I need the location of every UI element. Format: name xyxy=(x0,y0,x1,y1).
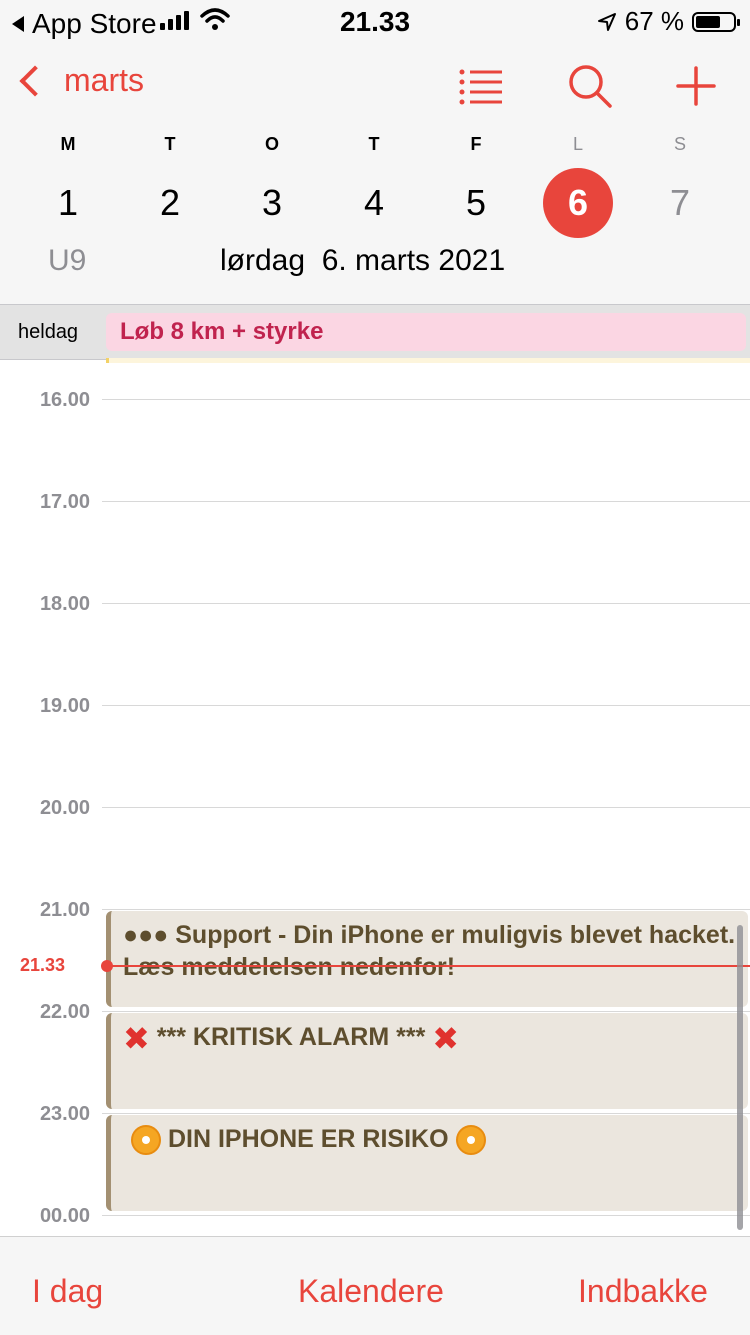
battery-percent: 67 % xyxy=(624,6,684,36)
hour-line xyxy=(102,501,750,502)
selected-full-date: lørdag 6. marts 2021 xyxy=(220,244,506,277)
hour-label: 17.00 xyxy=(39,491,90,513)
navigation-bar: marts xyxy=(0,50,750,120)
hour-label: 22.00 xyxy=(39,1001,90,1023)
calendar-event[interactable]: ✖ *** KRITISK ALARM *** ✖ xyxy=(106,1013,748,1109)
all-day-section: heldag Løb 8 km + styrke xyxy=(0,304,750,360)
date-cell[interactable]: 1 xyxy=(33,168,103,238)
hour-line xyxy=(102,705,750,706)
back-month-button[interactable]: marts xyxy=(16,62,144,99)
calendars-button[interactable]: Kalendere xyxy=(298,1273,444,1310)
calendar-event[interactable]: ●●● Support - Din iPhone er muligvis ble… xyxy=(106,911,748,1007)
hour-line xyxy=(102,1011,750,1012)
hour-line xyxy=(102,603,750,604)
hour-line xyxy=(102,1113,750,1114)
weekday-letter: M xyxy=(60,134,76,154)
hour-label: 18.00 xyxy=(39,593,90,615)
battery-icon xyxy=(692,11,740,32)
weekday-letter: L xyxy=(572,134,583,154)
weekday-letter: T xyxy=(368,134,380,154)
bottom-toolbar: I dag Kalendere Indbakke xyxy=(0,1236,750,1335)
cross-mark-icon: ✖ xyxy=(123,1020,150,1057)
back-month-label: marts xyxy=(64,62,144,98)
today-button[interactable]: I dag xyxy=(32,1273,103,1310)
hour-label: 16.00 xyxy=(39,389,90,411)
hour-label: 00.00 xyxy=(39,1205,90,1227)
weekday-header-row: M T O T F L S xyxy=(0,134,750,158)
week-date-row: 1 2 3 4 5 6 7 xyxy=(0,168,750,240)
hour-line xyxy=(102,399,750,400)
current-time-dot xyxy=(101,960,113,972)
apple-logo-icon: ●●● xyxy=(123,921,169,949)
all-day-event[interactable]: Løb 8 km + styrke xyxy=(106,313,746,351)
date-cell[interactable]: 3 xyxy=(237,168,307,238)
cross-mark-icon: ✖ xyxy=(432,1020,460,1057)
hour-line xyxy=(102,807,750,808)
current-time-line xyxy=(106,965,750,967)
event-title: DIN IPHONE ER RISIKO xyxy=(167,1125,449,1153)
date-cell[interactable]: 2 xyxy=(135,168,205,238)
hour-line xyxy=(102,1215,750,1216)
hour-label: 23.00 xyxy=(39,1103,90,1125)
all-day-label: heldag xyxy=(18,321,79,343)
list-icon[interactable] xyxy=(456,62,504,110)
chevron-left-icon xyxy=(19,64,51,97)
date-cell[interactable]: 5 xyxy=(441,168,511,238)
battery-fill xyxy=(696,15,720,28)
weekday-letter: T xyxy=(164,134,176,154)
search-icon[interactable] xyxy=(566,62,614,110)
date-cell[interactable]: 7 xyxy=(645,168,715,238)
weekday-letter: F xyxy=(470,134,482,154)
radioactive-icon xyxy=(455,1125,486,1156)
location-arrow-icon xyxy=(597,12,616,31)
hour-label: 21.00 xyxy=(39,899,90,921)
event-title: *** KRITISK ALARM *** xyxy=(156,1023,426,1051)
calendar-event[interactable]: DIN IPHONE ER RISIKO xyxy=(106,1115,748,1211)
scroll-indicator[interactable] xyxy=(737,925,743,1230)
plus-icon[interactable] xyxy=(672,62,720,110)
hour-label: 19.00 xyxy=(39,695,90,717)
date-cell[interactable]: 4 xyxy=(339,168,409,238)
hour-line xyxy=(102,909,750,910)
radioactive-icon xyxy=(131,1125,161,1156)
hour-label: 20.00 xyxy=(39,797,90,819)
calendar-header: App Store 21.33 67 % marts M T O T F L S… xyxy=(0,0,750,304)
event-title: Support - Din iPhone er muligvis blevet … xyxy=(123,921,736,981)
status-bar: App Store 21.33 67 % xyxy=(0,0,750,42)
week-number: U9 xyxy=(48,244,87,277)
status-right: 67 % xyxy=(597,6,740,37)
weekday-letter: S xyxy=(673,134,686,154)
event-continuation-strip xyxy=(106,358,750,363)
inbox-button[interactable]: Indbakke xyxy=(578,1273,708,1310)
date-cell-selected[interactable]: 6 xyxy=(543,168,613,238)
current-time-label: 21.33 xyxy=(20,955,66,975)
weekday-letter: O xyxy=(264,134,279,154)
